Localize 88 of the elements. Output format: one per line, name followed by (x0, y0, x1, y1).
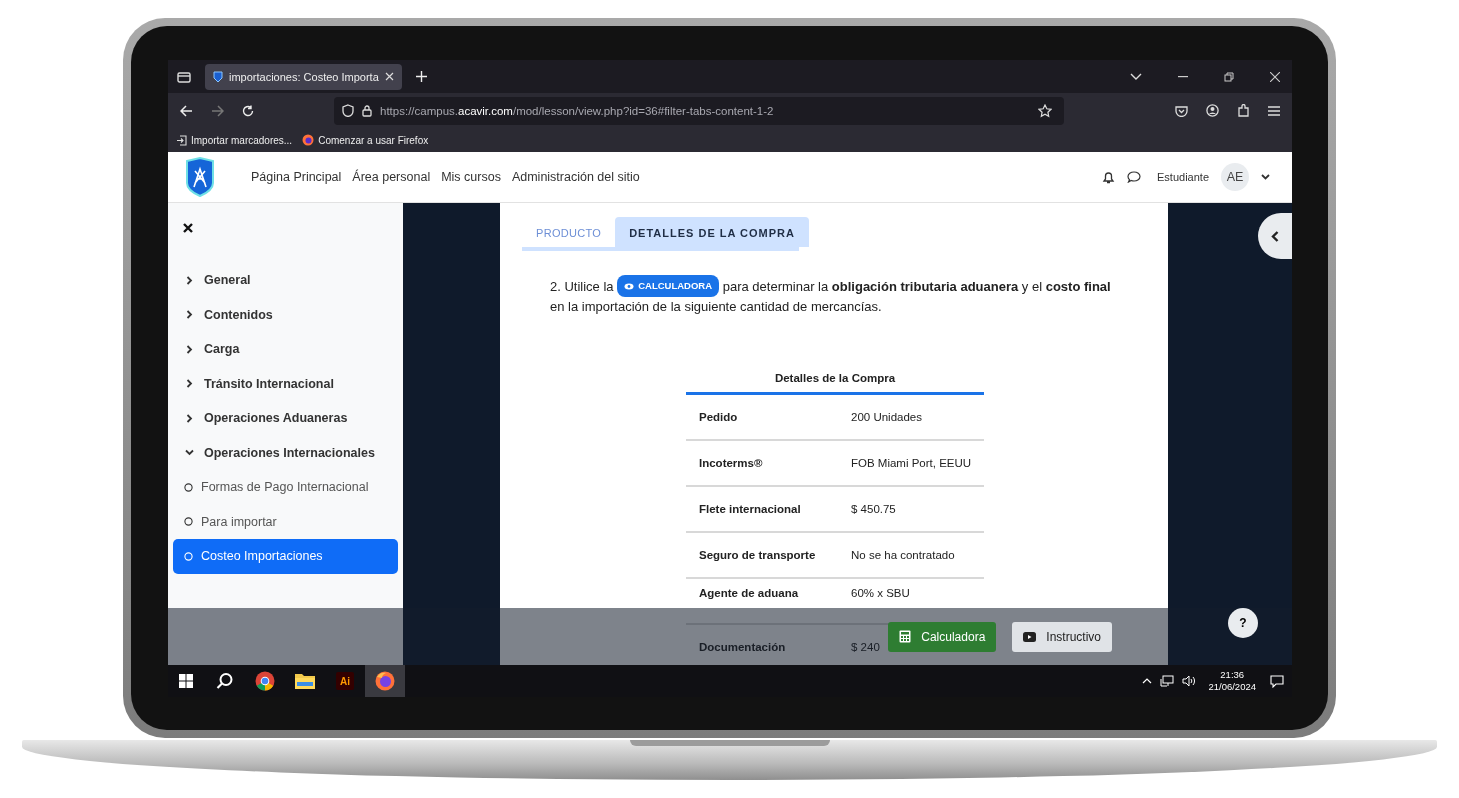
browser-icon (255, 671, 275, 691)
url-text: https://campus.acavir.com/mod/lesson/view.php?id=36#filter-tabs-content-1-2 (380, 104, 774, 117)
section-item[interactable]: Operaciones Internacionales (173, 435, 398, 470)
nav-link[interactable]: Página Principal (251, 170, 342, 184)
firefox-icon (375, 671, 395, 691)
footer-button[interactable]: Instructivo (1012, 621, 1112, 652)
pocket-icon[interactable] (1175, 104, 1188, 117)
table-cell: $ 450.75 (851, 503, 896, 515)
table-cell: No se ha contratado (851, 549, 955, 561)
notification-icon[interactable] (1270, 674, 1284, 688)
lesson-item[interactable]: Costeo Importaciones (173, 539, 398, 574)
table-title: Detalles de la Compra (686, 372, 984, 395)
table-cell-text: Pedido (699, 411, 739, 423)
bell-icon[interactable] (1102, 170, 1115, 184)
section-item[interactable]: General (173, 263, 398, 298)
chevron-right-icon (185, 310, 194, 320)
windows-icon[interactable] (179, 674, 193, 688)
section-item[interactable]: Carga (173, 332, 398, 367)
chevron-down-icon (185, 448, 194, 458)
extensions-icon[interactable] (1237, 103, 1250, 118)
caret-icon[interactable] (1261, 174, 1270, 180)
user-name[interactable]: Estudiante (1157, 171, 1209, 183)
folder-icon (295, 673, 315, 689)
chevron-right-icon (185, 344, 194, 354)
drawer-toggle-button[interactable] (1258, 213, 1292, 259)
taskbar-app[interactable]: Ai (325, 665, 365, 697)
table-cell: 200 Unidades (851, 411, 922, 423)
section-item[interactable]: Tránsito Internacional (173, 366, 398, 401)
account-icon[interactable] (1206, 104, 1219, 117)
chevron-up-icon[interactable] (1142, 678, 1153, 684)
circle-icon (184, 482, 193, 492)
firefox-icon (302, 134, 315, 146)
chevron-right-icon (185, 413, 194, 423)
bookmark-item[interactable]: Importar marcadores... (176, 134, 293, 146)
table-cell: FOB Miami Port, EEUU (851, 457, 972, 469)
lesson-item[interactable]: Formas de Pago Internacional (173, 470, 398, 505)
section-item[interactable]: Operaciones Aduaneras (173, 401, 398, 436)
instruction-text: 2. Utilice la CALCULADORA para determinar la obligación tributaria aduanera y el costo final en la importación de la siguiente cantidad de mercancías. (550, 275, 1115, 317)
restore-icon[interactable] (1224, 71, 1234, 82)
shield-icon (342, 104, 354, 117)
app-icon: Ai (336, 672, 354, 690)
table-cell-text: Flete internacional (699, 503, 802, 515)
logo-icon[interactable] (185, 157, 215, 197)
chat-icon[interactable] (1127, 171, 1141, 183)
table-cell-text: Incoterms® (699, 457, 764, 469)
new-tab-icon[interactable] (415, 71, 427, 82)
forward-icon[interactable] (211, 104, 224, 117)
back-icon[interactable] (180, 104, 193, 117)
help-button[interactable]: ? (1228, 608, 1258, 638)
table-cell-text: Agente de aduana (699, 587, 800, 599)
star-icon[interactable] (1038, 103, 1052, 118)
shield-icon (213, 70, 223, 83)
circle-icon (184, 517, 193, 527)
circle-icon (184, 551, 193, 561)
chevron-down-icon[interactable] (1130, 72, 1142, 81)
search-icon (216, 672, 234, 690)
table-cell-text: Seguro de transporte (699, 549, 817, 561)
table-cell: 60% x SBU (851, 587, 910, 599)
network-icon[interactable] (1160, 675, 1175, 687)
play-icon (1023, 631, 1037, 642)
lock-icon (362, 104, 372, 117)
nav-link[interactable]: Administración del sitio (511, 170, 640, 184)
menu-icon[interactable] (1268, 105, 1280, 116)
eye-icon (624, 282, 635, 290)
calculator-icon (899, 630, 912, 643)
tab-list-icon[interactable] (177, 70, 191, 83)
close-icon[interactable] (183, 223, 193, 233)
chevron-right-icon (185, 379, 194, 389)
minimize-icon[interactable] (1178, 75, 1188, 78)
nav-link[interactable]: Área personal (352, 170, 431, 184)
tab[interactable]: DETALLES DE LA COMPRA (615, 217, 809, 247)
bookmark-item[interactable]: Comenzar a usar Firefox (302, 134, 429, 146)
reload-icon[interactable] (242, 104, 254, 117)
clock[interactable]: 21:36 21/06/2024 (1208, 669, 1256, 693)
calculator-link[interactable]: CALCULADORA (617, 275, 720, 297)
lesson-item[interactable]: Para importar (173, 504, 398, 539)
address-bar[interactable]: https://campus.acavir.com/mod/lesson/view.php?id=36#filter-tabs-content-1-2 (334, 96, 1064, 125)
table-cell-text: Documentación (699, 641, 787, 653)
chevron-left-icon (1271, 230, 1279, 242)
browser-tab[interactable]: importaciones: Costeo Importa (205, 63, 402, 90)
chevron-right-icon (185, 275, 194, 285)
user-avatar[interactable]: AE (1221, 163, 1249, 191)
import-icon (176, 134, 187, 146)
nav-link[interactable]: Mis cursos (441, 170, 501, 184)
footer-button[interactable]: Calculadora (888, 621, 997, 652)
volume-icon[interactable] (1182, 675, 1197, 687)
section-item[interactable]: Contenidos (173, 297, 398, 332)
table-cell: $ 240 (851, 641, 880, 653)
